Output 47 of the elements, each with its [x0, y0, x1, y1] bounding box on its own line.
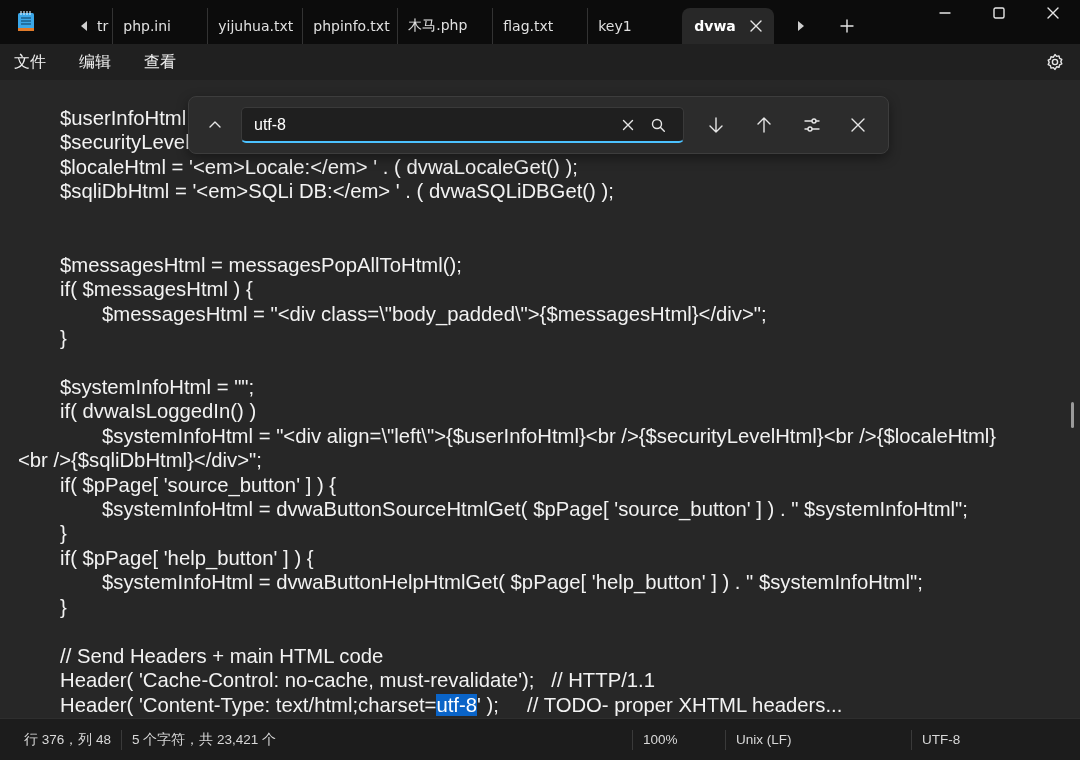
code-line: $systemInfoHtml = ""; [59, 374, 255, 400]
gear-icon [1046, 53, 1064, 71]
sliders-icon [804, 117, 820, 133]
search-box[interactable]: utf-8 [241, 107, 684, 143]
code-line: } [59, 325, 67, 351]
code-line: } [59, 594, 67, 620]
character-count: 5 个字符，共 23,421 个 [121, 729, 287, 750]
code-line: $messagesHtml = messagesPopAllToHtml(); [59, 252, 462, 278]
notepad-icon [17, 10, 35, 32]
zoom-level: 100% [632, 729, 725, 750]
scrollbar-thumb[interactable] [1071, 402, 1074, 428]
code-line: if( $pPage[ 'source_button' ] ) { [59, 472, 337, 497]
plus-icon [840, 19, 855, 33]
search-icon [650, 116, 666, 133]
encoding: UTF-8 [911, 729, 1080, 750]
search-field[interactable]: utf-8 [254, 115, 613, 134]
close-icon[interactable] [750, 20, 763, 32]
code-line: Header( 'Cache-Control: no-cache, must-revalidate'); // HTTP/1.1 [59, 668, 655, 693]
menu-item[interactable]: 文件 [4, 47, 56, 77]
code-line: $systemInfoHtml = dvwaButtonSourceHtmlGet( $pPage[ 'source_button' ] ) . " $systemInfoHtml"; [101, 497, 968, 522]
arrow-down-icon [708, 117, 724, 133]
code-line: if( dvwaIsLoggedIn() ) [59, 399, 257, 424]
code-line: $systemInfoHtml = "<div align=\"left\">{$userInfoHtml}<br />{$securityLevelHtml}<br />{$localeHtml} [101, 423, 997, 449]
code-line: } [59, 521, 67, 546]
code-line: $userInfoHtml [59, 106, 187, 131]
menu-item[interactable]: 编辑 [69, 47, 121, 77]
tab[interactable]: dvwa [682, 8, 775, 44]
menu-item[interactable]: 查看 [134, 47, 186, 77]
maximize-icon [993, 7, 1005, 19]
close-icon [1047, 7, 1059, 19]
code-line: $securityLevel [59, 130, 190, 155]
code-line: <br />{$sqliDbHtml}</div>"; [18, 448, 262, 473]
code-line: // Send Headers + main HTML code [59, 643, 384, 669]
code-line: Header( 'Content-Type: text/html;charset=utf-8' ); // TODO- proper XHTML headers... [59, 692, 843, 717]
cursor-position: 行 376，列 48 [23, 730, 113, 749]
close-icon [850, 117, 866, 133]
line-ending: Unix (LF) [725, 729, 911, 750]
code-line: if( $messagesHtml ) { [59, 277, 253, 302]
code-line: if( $pPage[ 'help_button' ] ) { [59, 545, 314, 571]
tab[interactable]: tr [97, 8, 113, 44]
settings-button[interactable] [1046, 53, 1064, 71]
code-line: $messagesHtml = "<div class=\"body_padded\">{$messagesHtml}</div>"; [101, 301, 767, 326]
triangle-left-icon [79, 20, 89, 32]
code-line: $localeHtml = '<em>Locale:</em> ' . ( dvwaLocaleGet() ); [59, 154, 578, 180]
arrow-up-icon [756, 117, 772, 133]
code-line: $systemInfoHtml = dvwaButtonHelpHtmlGet( $pPage[ 'help_button' ] ) . " $systemInfoHtml"; [101, 570, 923, 595]
code-line: $sqliDbHtml = '<em>SQLi DB:</em> ' . ( dvwaSQLiDBGet() ); [59, 179, 614, 204]
